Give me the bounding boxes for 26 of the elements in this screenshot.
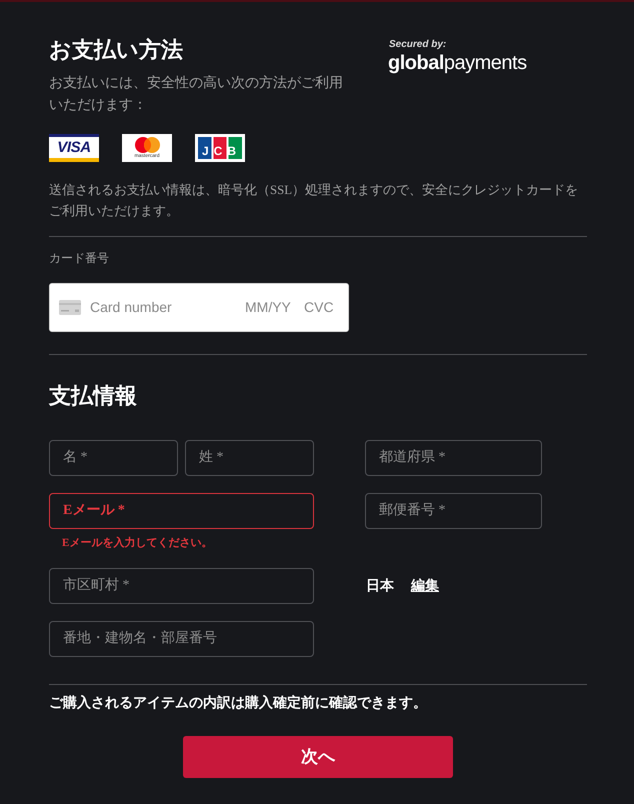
text-input-field[interactable]: 市区町村 *	[49, 568, 314, 604]
section-title: お支払い方法	[49, 36, 183, 64]
edit-link[interactable]: 編集	[411, 576, 439, 596]
card-number-field[interactable]: Card number	[90, 297, 236, 318]
cvc-field[interactable]: CVC	[304, 297, 336, 318]
overlapping-circles-icon	[134, 137, 160, 153]
next-button[interactable]: 次へ	[183, 736, 453, 778]
ssl-notice: 送信されるお支払い情報は、暗号化（SSL）処理されますので、安全にクレジットカードをご利用いただけます。	[49, 182, 580, 220]
card-logo: JCB	[195, 134, 245, 162]
text-input-field[interactable]: Eメール *	[49, 493, 314, 529]
text-input-field[interactable]: 都道府県 *	[365, 440, 542, 476]
section-title: 支払情報	[49, 382, 137, 410]
text-input-field[interactable]: 姓 *	[185, 440, 314, 476]
text-input-field[interactable]: 番地・建物名・部屋番号	[49, 621, 314, 657]
error-message: Eメールを入力してください。	[62, 536, 212, 551]
credit-card-icon	[59, 300, 81, 315]
note-text: ご購入されるアイテムの内訳は購入確定前に確認できます。	[49, 694, 427, 713]
provider-logo: globalpayments	[388, 51, 527, 75]
secured-caption: Secured by:	[388, 39, 448, 51]
card-logo: VISA	[49, 134, 99, 162]
text-input-field[interactable]: 名 *	[49, 440, 178, 476]
country-label: 日本	[366, 577, 394, 596]
field-label: カード番号	[49, 250, 109, 267]
description-text: お支払いには、安全性の高い次の方法がご利用いただけます：	[49, 74, 344, 115]
expiry-field[interactable]: MM/YY	[245, 297, 295, 318]
text-input-field[interactable]: 郵便番号 *	[365, 493, 542, 529]
